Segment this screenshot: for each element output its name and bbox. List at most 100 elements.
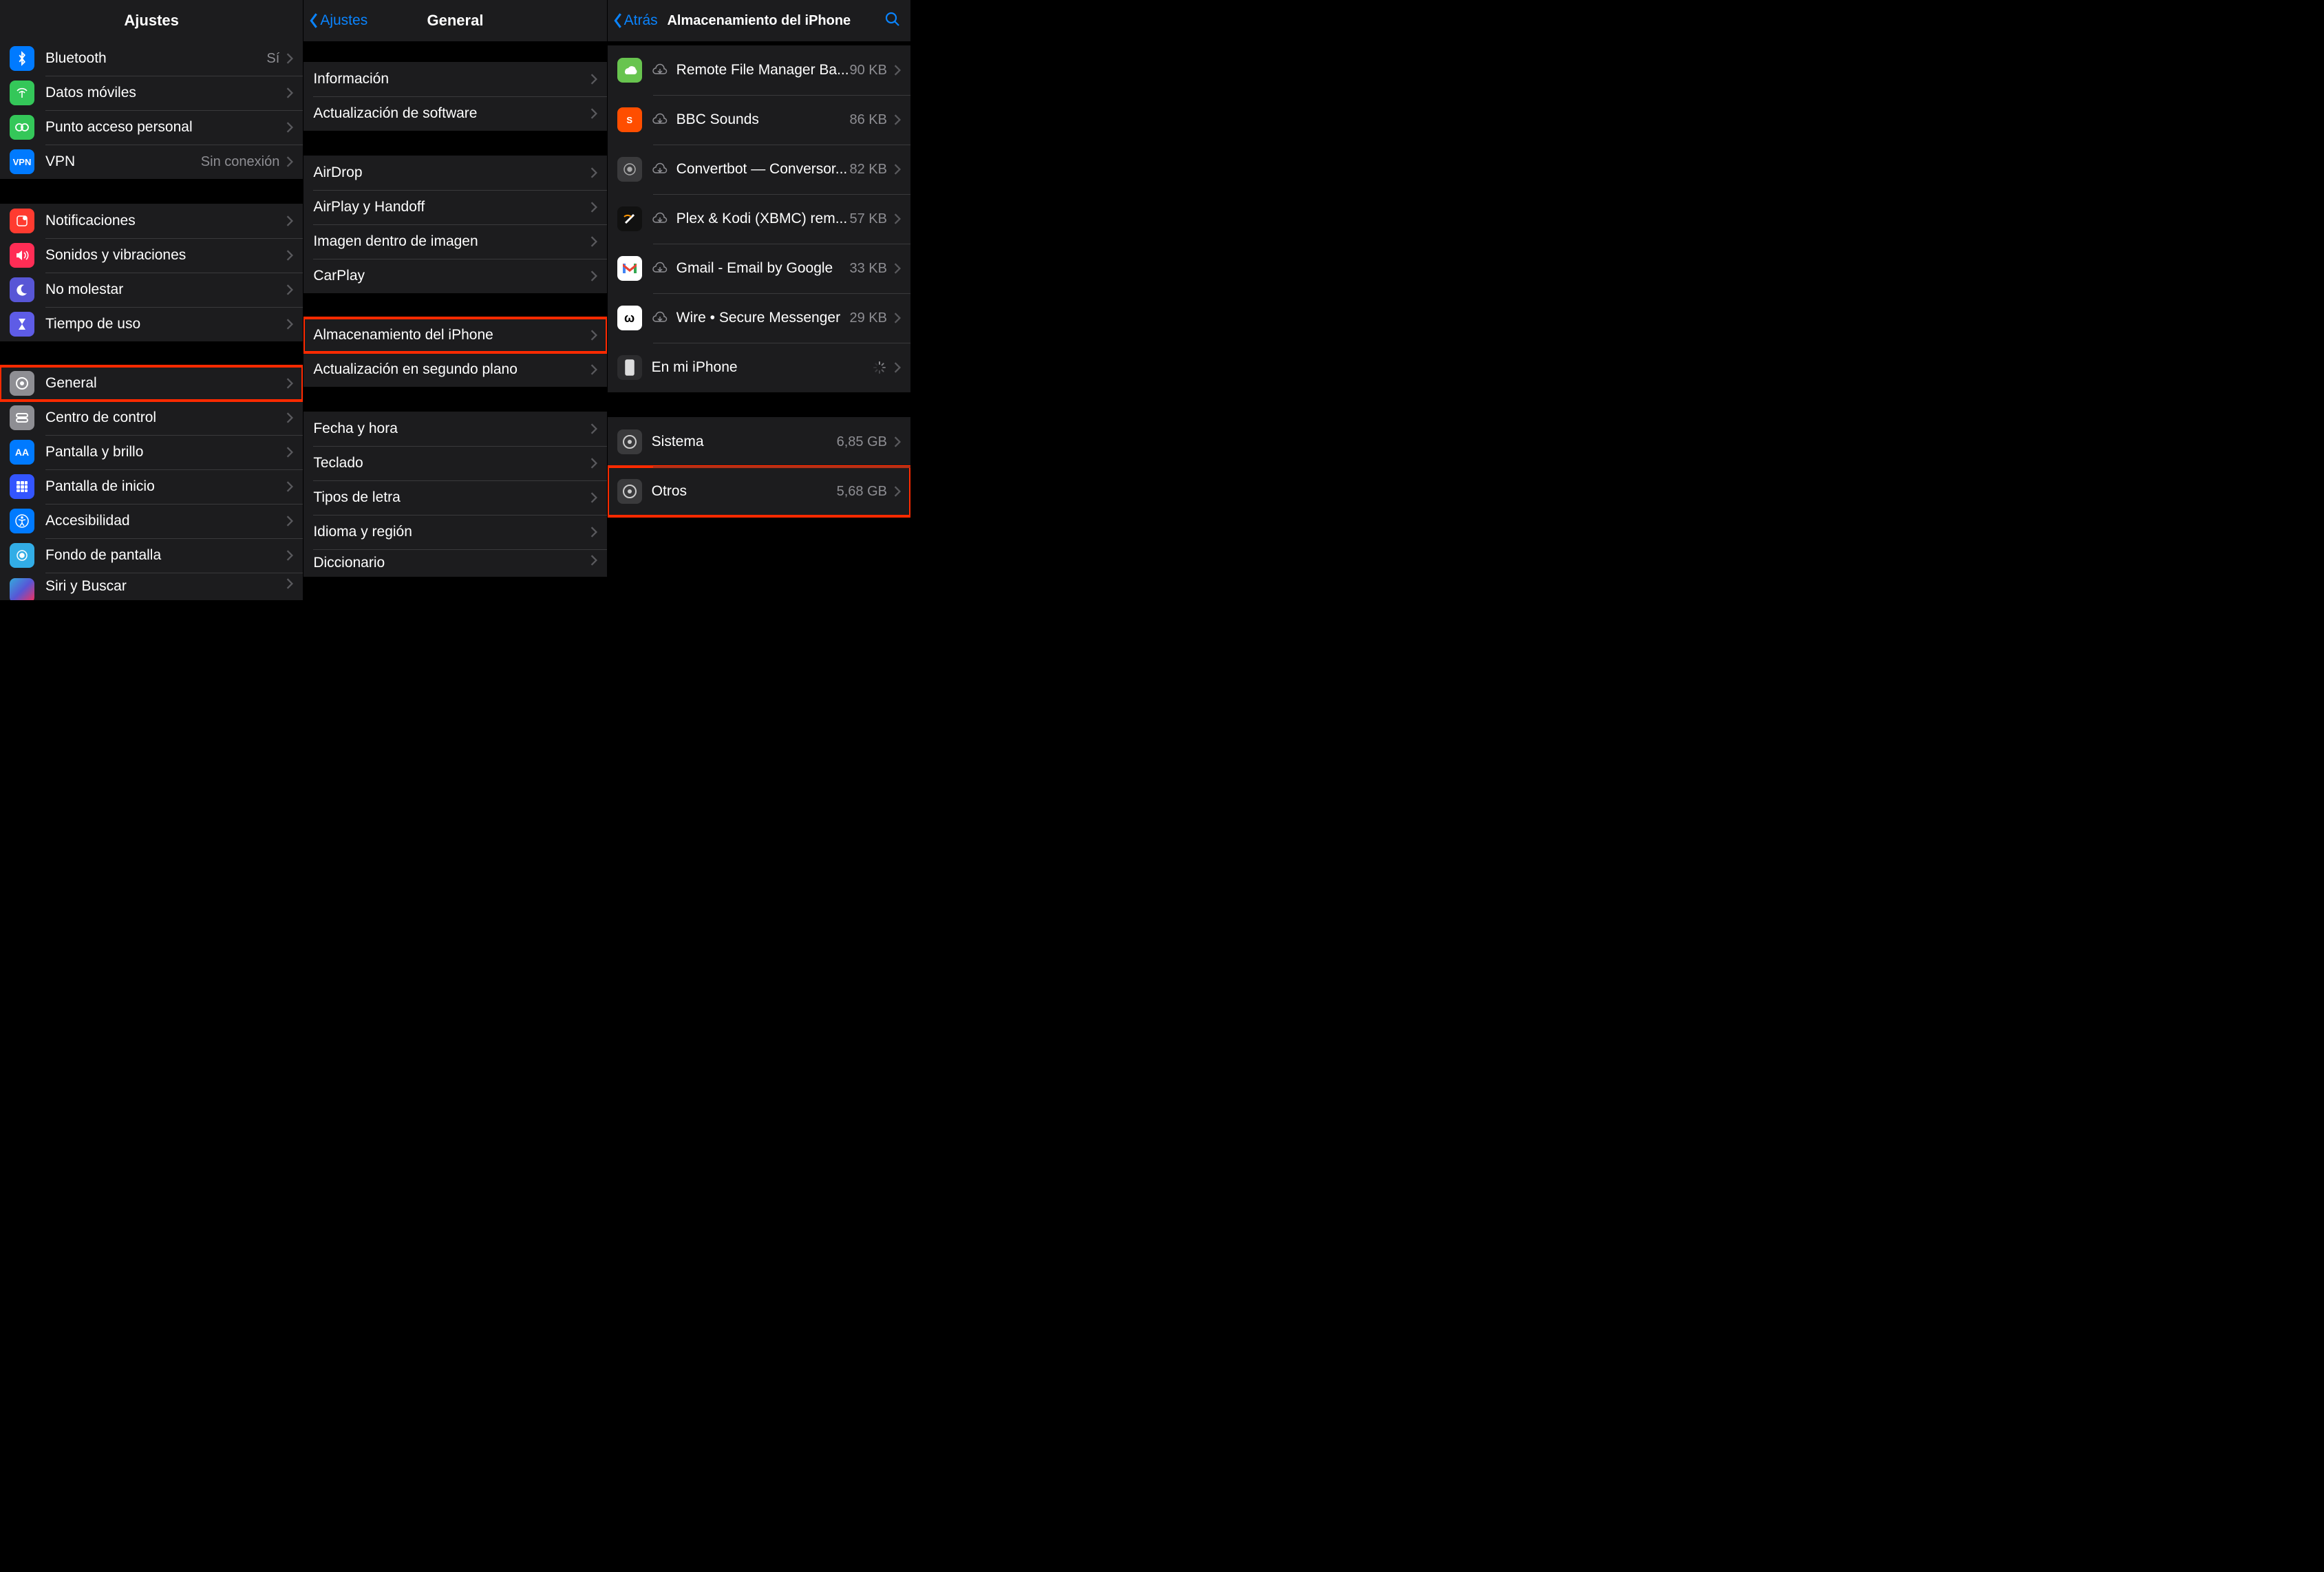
back-button[interactable]: Ajustes <box>309 12 367 29</box>
gear-icon <box>617 479 642 504</box>
row-pip[interactable]: Imagen dentro de imagen <box>303 224 606 259</box>
group-divider <box>303 293 606 318</box>
row-hotspot[interactable]: Punto acceso personal <box>0 110 303 145</box>
row-detail: 6,85 GB <box>837 434 887 450</box>
row-tiempo-uso[interactable]: Tiempo de uso <box>0 307 303 341</box>
row-label: Fecha y hora <box>313 421 590 437</box>
row-airplay[interactable]: AirPlay y Handoff <box>303 190 606 224</box>
app-size: 82 KB <box>850 162 887 178</box>
app-size: 57 KB <box>850 211 887 227</box>
row-datos-moviles[interactable]: Datos móviles <box>0 76 303 110</box>
header-general: Ajustes General <box>303 0 606 41</box>
app-row-plex-kodi[interactable]: Plex & Kodi (XBMC) rem... 57 KB <box>608 194 910 244</box>
group-divider <box>608 392 910 417</box>
app-label: En mi iPhone <box>652 359 872 376</box>
row-label: Almacenamiento del iPhone <box>313 327 590 343</box>
app-size: 29 KB <box>850 310 887 326</box>
chevron-right-icon <box>894 263 901 274</box>
app-row-en-mi-iphone[interactable]: En mi iPhone <box>608 343 910 392</box>
app-icon <box>617 206 642 231</box>
storage-list: Remote File Manager Ba... 90 KB S BBC So… <box>608 41 910 618</box>
cloud-download-icon <box>652 63 668 77</box>
row-diccionario[interactable]: Diccionario <box>303 549 606 577</box>
app-row-wire[interactable]: ω Wire • Secure Messenger 29 KB <box>608 293 910 343</box>
chevron-right-icon <box>894 65 901 76</box>
app-size: 86 KB <box>850 112 887 128</box>
row-detail: 5,68 GB <box>837 484 887 500</box>
row-notificaciones[interactable]: Notificaciones <box>0 204 303 238</box>
control-center-icon <box>10 405 34 430</box>
row-label: Sistema <box>652 434 837 450</box>
row-fecha-hora[interactable]: Fecha y hora <box>303 412 606 446</box>
row-no-molestar[interactable]: No molestar <box>0 273 303 307</box>
row-bluetooth[interactable]: Bluetooth Sí <box>0 41 303 76</box>
chevron-right-icon <box>286 516 293 527</box>
row-almacenamiento[interactable]: Almacenamiento del iPhone <box>303 318 606 352</box>
wallpaper-icon <box>10 543 34 568</box>
chevron-left-icon <box>309 13 319 28</box>
row-label: Idioma y región <box>313 524 590 540</box>
general-list: Información Actualización de software Ai… <box>303 41 606 618</box>
row-pantalla-brillo[interactable]: AA Pantalla y brillo <box>0 435 303 469</box>
group-divider <box>0 341 303 366</box>
app-row-remote-file-manager[interactable]: Remote File Manager Ba... 90 KB <box>608 45 910 95</box>
row-centro-control[interactable]: Centro de control <box>0 401 303 435</box>
row-teclado[interactable]: Teclado <box>303 446 606 480</box>
chevron-right-icon <box>590 167 597 178</box>
home-screen-icon <box>10 474 34 499</box>
chevron-right-icon <box>590 236 597 247</box>
row-sistema[interactable]: Sistema 6,85 GB <box>608 417 910 467</box>
app-label: Wire • Secure Messenger <box>676 310 850 326</box>
app-row-gmail[interactable]: Gmail - Email by Google 33 KB <box>608 244 910 293</box>
row-fondo-pantalla[interactable]: Fondo de pantalla <box>0 538 303 573</box>
row-detail: Sin conexión <box>201 154 280 170</box>
gear-icon <box>10 371 34 396</box>
back-label: Ajustes <box>320 12 367 29</box>
app-label: Plex & Kodi (XBMC) rem... <box>676 211 850 227</box>
search-button[interactable] <box>884 11 901 31</box>
row-pantalla-inicio[interactable]: Pantalla de inicio <box>0 469 303 504</box>
row-label: Punto acceso personal <box>45 119 286 136</box>
row-label: Bluetooth <box>45 50 266 67</box>
chevron-right-icon <box>590 330 597 341</box>
row-informacion[interactable]: Información <box>303 62 606 96</box>
row-label: Accesibilidad <box>45 513 286 529</box>
chevron-right-icon <box>894 164 901 175</box>
header-storage: Atrás Almacenamiento del iPhone <box>608 0 910 41</box>
row-actualizacion-software[interactable]: Actualización de software <box>303 96 606 131</box>
panel-storage: Atrás Almacenamiento del iPhone Remote F… <box>608 0 911 618</box>
notifications-icon <box>10 209 34 233</box>
row-label: No molestar <box>45 282 286 298</box>
app-row-convertbot[interactable]: Convertbot — Conversor... 82 KB <box>608 145 910 194</box>
row-tipos-letra[interactable]: Tipos de letra <box>303 480 606 515</box>
app-row-bbc-sounds[interactable]: S BBC Sounds 86 KB <box>608 95 910 145</box>
row-sonidos[interactable]: Sonidos y vibraciones <box>0 238 303 273</box>
chevron-right-icon <box>590 492 597 503</box>
app-label: BBC Sounds <box>676 111 850 128</box>
group-divider <box>303 387 606 412</box>
row-airdrop[interactable]: AirDrop <box>303 156 606 190</box>
back-button[interactable]: Atrás <box>613 12 658 29</box>
chevron-right-icon <box>286 122 293 133</box>
row-label: Notificaciones <box>45 213 286 229</box>
row-general[interactable]: General <box>0 366 303 401</box>
row-vpn[interactable]: VPN VPN Sin conexión <box>0 145 303 179</box>
chevron-right-icon <box>894 312 901 323</box>
row-siri[interactable]: Siri y Buscar <box>0 573 303 600</box>
settings-list: Bluetooth Sí Datos móviles Punto acceso … <box>0 41 303 618</box>
row-label: General <box>45 375 286 392</box>
header-ajustes: Ajustes <box>0 0 303 41</box>
hotspot-icon <box>10 115 34 140</box>
row-accesibilidad[interactable]: Accesibilidad <box>0 504 303 538</box>
row-carplay[interactable]: CarPlay <box>303 259 606 293</box>
gear-icon <box>617 429 642 454</box>
chevron-right-icon <box>286 319 293 330</box>
chevron-right-icon <box>590 108 597 119</box>
chevron-left-icon <box>613 13 623 28</box>
row-actualizacion-bg[interactable]: Actualización en segundo plano <box>303 352 606 387</box>
panel-general: Ajustes General Información Actualizació… <box>303 0 607 618</box>
app-icon <box>617 256 642 281</box>
row-idioma[interactable]: Idioma y región <box>303 515 606 549</box>
row-label: Tiempo de uso <box>45 316 286 332</box>
row-otros[interactable]: Otros 5,68 GB <box>608 467 910 516</box>
